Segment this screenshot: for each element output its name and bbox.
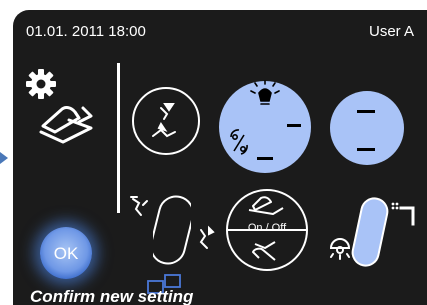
- chair-tilt-up-icon: [130, 196, 148, 216]
- operating-lamp-icon[interactable]: [327, 236, 353, 262]
- datetime-display: 01.01. 2011 18:00: [26, 23, 146, 40]
- spittoon-icon: [391, 202, 415, 226]
- vertical-divider: [117, 63, 120, 213]
- chair-positions-button[interactable]: [131, 86, 201, 156]
- ok-button-label: OK: [53, 244, 79, 263]
- light-intensity-button[interactable]: [217, 79, 313, 175]
- spittoon-control[interactable]: [351, 196, 391, 268]
- status-message: Confirm new setting: [30, 287, 194, 305]
- touch-screen: 01.01. 2011 18:00 User A On / Off OK Con…: [13, 10, 427, 305]
- pedal-on-off-label: On / Off: [247, 222, 287, 234]
- ok-button[interactable]: OK: [40, 227, 92, 279]
- chair-tilt-down-icon: [199, 225, 215, 249]
- left-pointer-arrow: [0, 152, 8, 164]
- speed-level-button[interactable]: [329, 90, 405, 166]
- chair-tilt-control[interactable]: [153, 194, 191, 266]
- foot-pedal-icon[interactable]: [35, 96, 97, 146]
- current-user-label: User A: [368, 23, 414, 40]
